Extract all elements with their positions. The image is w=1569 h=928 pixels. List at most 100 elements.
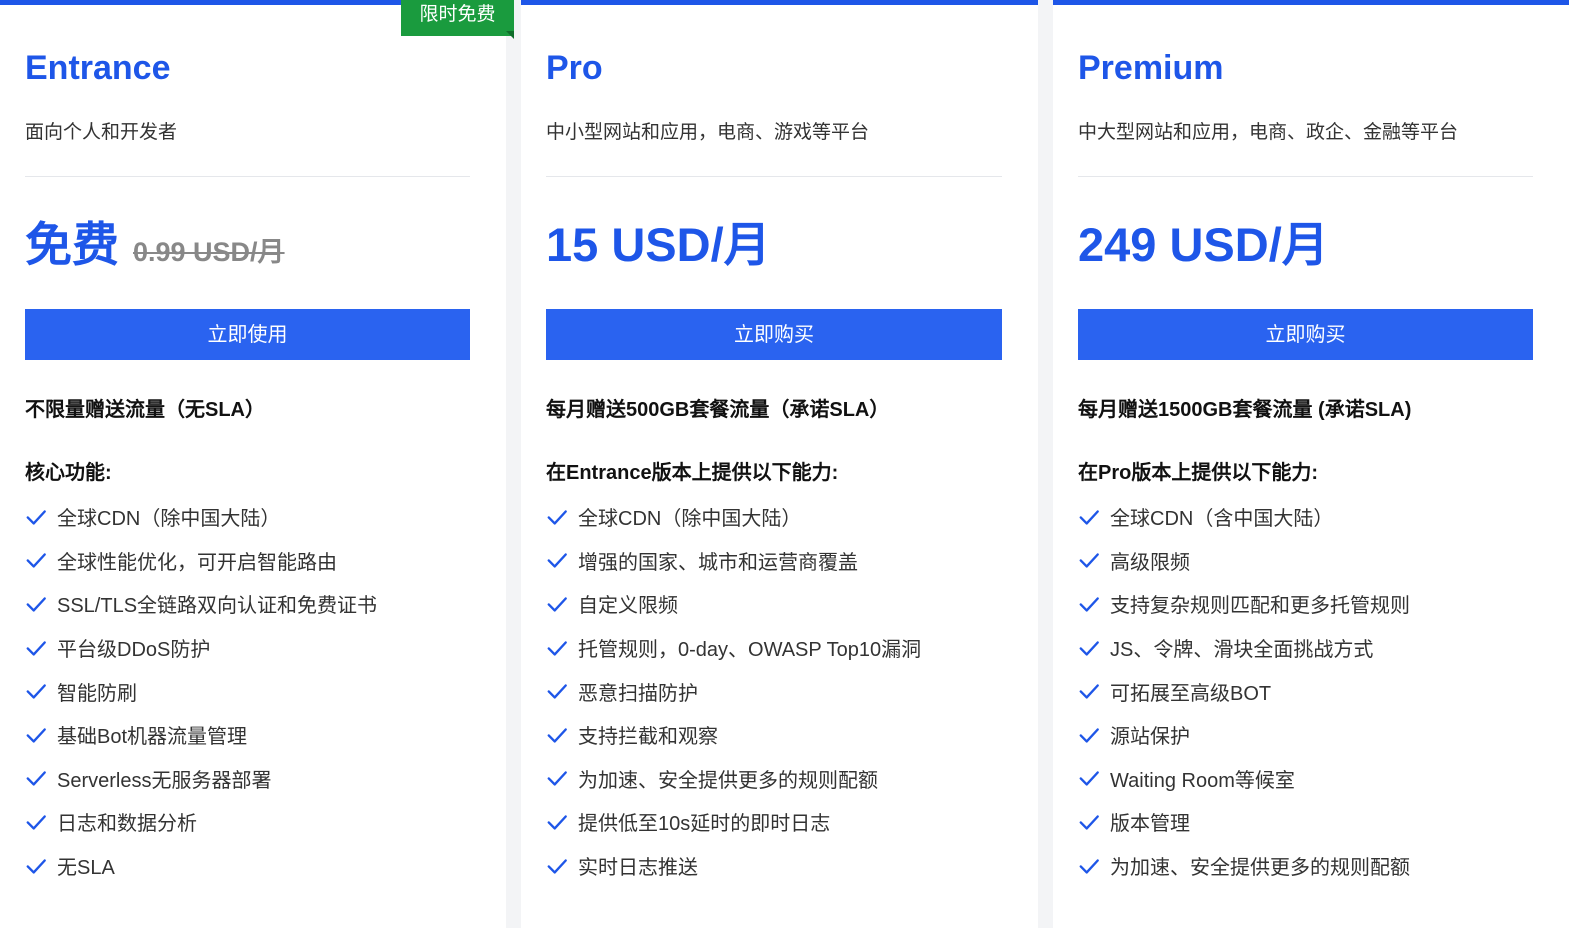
buy-now-button[interactable]: 立即购买 (1078, 309, 1533, 360)
divider (546, 176, 1002, 177)
feature-label: 全球性能优化，可开启智能路由 (57, 551, 337, 574)
badge-fold (506, 31, 514, 39)
feature-label: 实时日志推送 (578, 857, 698, 880)
check-icon (547, 553, 567, 568)
plan-card-entrance: 限时免费 Entrance 面向个人和开发者 免费 0.99 USD/月 立即使… (0, 0, 514, 928)
plan-description: 中小型网站和应用，电商、游戏等平台 (546, 122, 870, 143)
traffic-allowance: 每月赠送1500GB套餐流量 (承诺SLA) (1078, 399, 1412, 421)
check-icon (547, 597, 567, 612)
feature-heading: 核心功能: (25, 462, 112, 484)
feature-item: 实时日志推送 (546, 844, 921, 888)
check-icon (26, 640, 46, 656)
check-icon (547, 771, 567, 786)
traffic-allowance: 不限量赠送流量（无SLA） (25, 399, 265, 421)
check-icon (1079, 771, 1099, 786)
plan-name: Pro (546, 49, 603, 87)
plan-description: 中大型网站和应用，电商、政企、金融等平台 (1078, 122, 1459, 143)
feature-item: 日志和数据分析 (25, 800, 377, 844)
check-icon (547, 858, 567, 874)
feature-item: 全球性能优化，可开启智能路由 (25, 539, 377, 583)
feature-item: 自定义限频 (546, 582, 921, 626)
feature-list: 全球CDN（含中国大陆） 高级限频支持复杂规则匹配和更多托管规则 JS、令牌、滑块全… (1078, 495, 1410, 887)
feature-label: 为加速、安全提供更多的规则配额 (1110, 857, 1410, 880)
plan-name: Entrance (25, 49, 171, 87)
feature-label: 平台级DDoS防护 (57, 639, 211, 662)
old-price: 0.99 USD/月 (133, 237, 285, 267)
feature-item: 提供低至10s延时的即时日志 (546, 800, 921, 844)
feature-item: 平台级DDoS防护 (25, 626, 377, 670)
feature-item: 为加速、安全提供更多的规则配额 (1078, 844, 1410, 888)
plan-name: Premium (1078, 49, 1224, 87)
feature-heading: 在Entrance版本上提供以下能力: (546, 462, 839, 484)
feature-item: 智能防刷 (25, 669, 377, 713)
feature-label: 为加速、安全提供更多的规则配额 (578, 769, 878, 792)
traffic-allowance: 每月赠送500GB套餐流量（承诺SLA） (546, 399, 890, 421)
feature-item: 支持拦截和观察 (546, 713, 921, 757)
feature-label: 智能防刷 (57, 682, 137, 705)
feature-item: 无SLA (25, 844, 377, 888)
check-icon (1079, 510, 1099, 525)
feature-item: JS、令牌、滑块全面挑战方式 (1078, 626, 1410, 670)
feature-item: 可拓展至高级BOT (1078, 669, 1410, 713)
check-icon (26, 815, 46, 830)
price: 249 USD/月 (1078, 218, 1329, 271)
check-icon (1079, 815, 1099, 830)
feature-label: 支持复杂规则匹配和更多托管规则 (1110, 595, 1410, 618)
feature-label: 可拓展至高级BOT (1110, 682, 1272, 705)
feature-label: 增强的国家、城市和运营商覆盖 (578, 551, 858, 574)
check-icon (547, 728, 567, 743)
divider (25, 176, 470, 177)
feature-item: 版本管理 (1078, 800, 1410, 844)
plan-card-pro: Pro 中小型网站和应用，电商、游戏等平台 15 USD/月 立即购买 每月赠送… (521, 0, 1038, 928)
check-icon (1079, 728, 1099, 743)
feature-item: 支持复杂规则匹配和更多托管规则 (1078, 582, 1410, 626)
feature-label: 高级限频 (1110, 551, 1190, 574)
check-icon (547, 510, 567, 525)
feature-heading: 在Pro版本上提供以下能力: (1078, 462, 1318, 484)
badge-label: 限时免费 (419, 4, 496, 25)
check-icon (26, 771, 46, 786)
buy-now-button[interactable]: 立即购买 (546, 309, 1002, 360)
price-row: 免费 0.99 USD/月 (25, 215, 285, 275)
check-icon (26, 728, 46, 743)
check-icon (547, 815, 567, 830)
feature-label: 源站保护 (1110, 726, 1190, 749)
check-icon (547, 684, 567, 699)
feature-label: SSL/TLS全链路双向认证和免费证书 (57, 595, 378, 618)
feature-label: Waiting Room等候室 (1110, 769, 1295, 792)
feature-item: 增强的国家、城市和运营商覆盖 (546, 539, 921, 583)
feature-label: 基础Bot机器流量管理 (57, 726, 248, 749)
use-now-button[interactable]: 立即使用 (25, 309, 470, 360)
feature-label: JS、令牌、滑块全面挑战方式 (1110, 639, 1374, 662)
check-icon (1079, 553, 1099, 568)
feature-item: SSL/TLS全链路双向认证和免费证书 (25, 582, 377, 626)
plan-description: 面向个人和开发者 (25, 122, 178, 143)
feature-label: 全球CDN（除中国大陆） (578, 508, 802, 531)
plan-card-premium: Premium 中大型网站和应用，电商、政企、金融等平台 249 USD/月 立… (1053, 0, 1569, 928)
price-row: 249 USD/月 (1078, 215, 1329, 275)
feature-item: 为加速、安全提供更多的规则配额 (546, 757, 921, 801)
feature-item: 全球CDN（除中国大陆） (25, 495, 377, 539)
feature-item: 基础Bot机器流量管理 (25, 713, 377, 757)
check-icon (26, 858, 46, 874)
check-icon (26, 553, 46, 568)
feature-item: Waiting Room等候室 (1078, 757, 1410, 801)
feature-item: 恶意扫描防护 (546, 669, 921, 713)
limited-free-badge: 限时免费 (401, 0, 514, 39)
check-icon (547, 640, 567, 656)
feature-item: Serverless无服务器部署 (25, 757, 377, 801)
check-icon (1079, 858, 1099, 874)
check-icon (26, 510, 46, 525)
feature-list: 全球CDN（除中国大陆） 全球性能优化，可开启智能路由 SSL/TLS全链路双向认证… (25, 495, 377, 887)
feature-list: 全球CDN（除中国大陆） 增强的国家、城市和运营商覆盖 自定义限频 托管规则，0-da… (546, 495, 921, 887)
feature-label: 版本管理 (1110, 813, 1190, 836)
feature-label: 无SLA (57, 857, 115, 880)
feature-item: 高级限频 (1078, 539, 1410, 583)
feature-label: 全球CDN（含中国大陆） (1110, 508, 1334, 531)
price-row: 15 USD/月 (546, 215, 771, 275)
check-icon (26, 597, 46, 612)
feature-label: 提供低至10s延时的即时日志 (578, 813, 831, 836)
divider (1078, 176, 1533, 177)
feature-label: Serverless无服务器部署 (57, 769, 272, 792)
check-icon (26, 684, 46, 699)
